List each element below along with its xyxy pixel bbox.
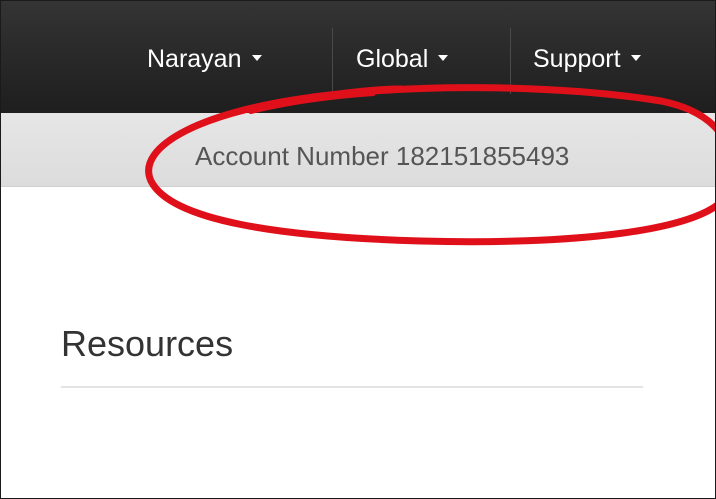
nav-divider — [510, 28, 511, 94]
nav-menu-region[interactable]: Global — [356, 37, 449, 81]
nav-menu-support[interactable]: Support — [533, 37, 641, 81]
account-number-text: Account Number 182151855493 — [195, 141, 570, 171]
chevron-down-icon — [630, 55, 641, 62]
nav-menu-user-label: Narayan — [147, 45, 242, 73]
nav-menu-region-label: Global — [356, 45, 429, 73]
top-navigation-bar: Narayan Global Support — [1, 1, 715, 113]
nav-menu-user[interactable]: Narayan — [147, 37, 262, 81]
section-title-resources: Resources — [61, 323, 234, 364]
nav-menu-support-label: Support — [533, 45, 621, 73]
window-frame: Narayan Global Support Account Number 18… — [0, 0, 716, 499]
nav-divider — [332, 28, 333, 94]
chevron-down-icon — [251, 55, 262, 62]
chevron-down-icon — [438, 55, 449, 62]
section-divider — [61, 386, 643, 388]
